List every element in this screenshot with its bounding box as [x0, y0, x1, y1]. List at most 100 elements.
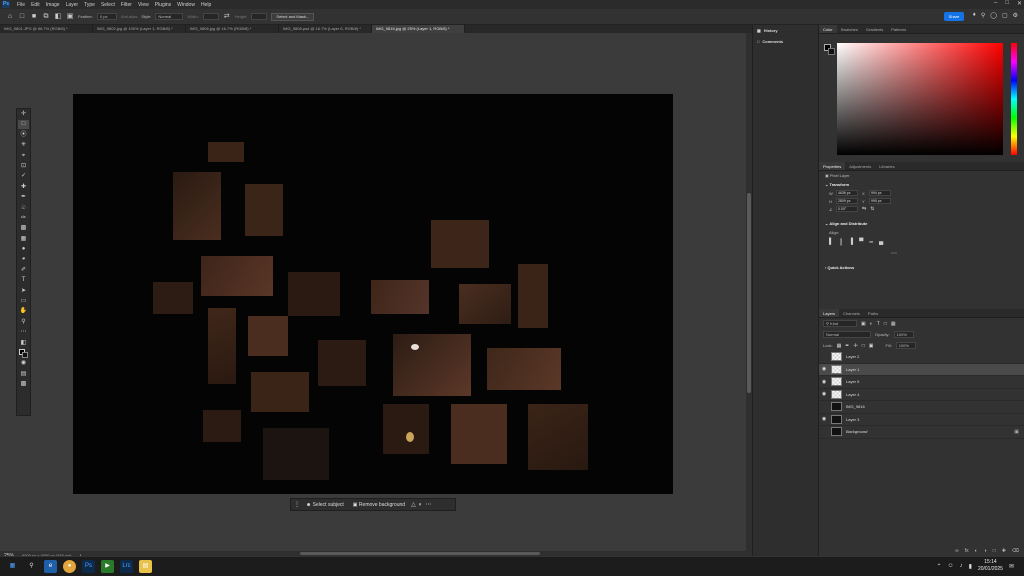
- quick-mask-icon[interactable]: ◉: [18, 359, 29, 368]
- layer-row[interactable]: ◉ Layer 3: [819, 414, 1024, 426]
- select-subject-button[interactable]: ☻ Select subject: [303, 502, 347, 508]
- doc-tab-img-9806[interactable]: IMG_9806.jpg @ 16.7% (RGB/8) *: [186, 25, 279, 33]
- history-panel-button[interactable]: ▦ History: [753, 25, 818, 36]
- search-icon[interactable]: ⚲: [25, 560, 38, 573]
- subtract-selection-icon[interactable]: ◧: [54, 13, 62, 21]
- screen-mode-icon[interactable]: ▤: [18, 370, 29, 379]
- tab-paths[interactable]: Paths: [864, 309, 882, 317]
- filter-shape-icon[interactable]: □: [884, 321, 887, 327]
- style-select[interactable]: Normal: [155, 13, 184, 20]
- layer-name[interactable]: Background: [846, 429, 867, 434]
- artboard-icon[interactable]: ▩: [18, 380, 29, 389]
- edge-icon[interactable]: e: [44, 560, 57, 573]
- width-field[interactable]: 4636 px: [836, 190, 858, 196]
- share-button[interactable]: Share: [944, 12, 964, 21]
- lock-all-icon[interactable]: ▣: [869, 343, 874, 349]
- workspace-icon[interactable]: ▢: [1002, 12, 1008, 19]
- tab-patterns[interactable]: Patterns: [887, 25, 910, 33]
- tab-channels[interactable]: Channels: [839, 309, 864, 317]
- quick-actions-title[interactable]: › Quick Actions: [819, 263, 1024, 272]
- select-and-mask-button[interactable]: Select and Mask...: [271, 12, 315, 21]
- menu-filter[interactable]: Filter: [118, 2, 135, 8]
- hue-slider[interactable]: [1011, 43, 1017, 155]
- menu-type[interactable]: Type: [81, 2, 98, 8]
- blur-icon[interactable]: ●: [18, 245, 29, 254]
- trash-icon[interactable]: ⌫: [1012, 548, 1019, 556]
- layer-name[interactable]: Layer 5: [846, 379, 859, 384]
- drag-handle-icon[interactable]: ⋮: [294, 501, 300, 508]
- rectangular-marquee-icon[interactable]: □: [18, 120, 29, 130]
- frame-icon[interactable]: ⊡: [18, 162, 29, 171]
- brush-icon[interactable]: ✒: [18, 193, 29, 202]
- layer-name[interactable]: Layer 2: [846, 354, 859, 359]
- move-tool-icon[interactable]: ✛: [18, 110, 29, 119]
- layer-name[interactable]: IMG_9816: [846, 404, 865, 409]
- y-field[interactable]: 995 px: [869, 198, 891, 204]
- more-icon[interactable]: ⋯: [425, 501, 431, 508]
- flip-horizontal-icon[interactable]: ⇆: [862, 206, 866, 212]
- tab-libraries[interactable]: Libraries: [875, 162, 898, 170]
- maximize-icon[interactable]: □: [1005, 0, 1009, 7]
- lasso-icon[interactable]: ⦿: [18, 131, 29, 140]
- quick-selection-icon[interactable]: ✳: [18, 141, 29, 150]
- new-selection-icon[interactable]: ■: [30, 13, 38, 21]
- menu-file[interactable]: File: [14, 2, 28, 8]
- group-icon[interactable]: □: [993, 548, 996, 556]
- layer-row[interactable]: ◉ Layer 5: [819, 376, 1024, 389]
- bell-icon[interactable]: ♦: [973, 12, 976, 19]
- layer-name[interactable]: Layer 1: [846, 367, 859, 372]
- layer-filter-kind[interactable]: ⚲ Kind: [823, 320, 857, 327]
- align-center-h-icon[interactable]: ┃: [839, 239, 843, 246]
- hand-icon[interactable]: ✋: [18, 307, 29, 316]
- lock-image-icon[interactable]: ✒: [845, 343, 849, 349]
- dodge-icon[interactable]: ◕: [18, 255, 29, 264]
- green-app-icon[interactable]: ▶: [101, 560, 114, 573]
- menu-help[interactable]: Help: [198, 2, 214, 8]
- tab-adjustments[interactable]: Adjustments: [845, 162, 875, 170]
- opacity-input[interactable]: 100%: [893, 331, 914, 338]
- menu-edit[interactable]: Edit: [28, 2, 43, 8]
- new-layer-icon[interactable]: ✚: [1002, 548, 1006, 556]
- fill-input[interactable]: 100%: [895, 342, 916, 349]
- flip-vertical-icon[interactable]: ⇅: [870, 206, 874, 212]
- settings-icon[interactable]: ⚙: [1013, 12, 1018, 19]
- menu-plugins[interactable]: Plugins: [152, 2, 174, 8]
- transform-icon[interactable]: △: [411, 501, 416, 508]
- doc-tab-img-9808[interactable]: IMG_9808.psd @ 16.7% (Layer 6, RGB/8) *: [279, 25, 372, 33]
- menu-image[interactable]: Image: [43, 2, 63, 8]
- help-icon[interactable]: ◯: [990, 12, 997, 19]
- menu-view[interactable]: View: [135, 2, 152, 8]
- menu-layer[interactable]: Layer: [63, 2, 82, 8]
- more-tools-icon[interactable]: ⋯: [18, 328, 29, 337]
- antialias-checkbox[interactable]: Anti-alias: [121, 14, 137, 19]
- filter-smart-icon[interactable]: ▦: [891, 321, 896, 327]
- doc-tab-img-9801[interactable]: IMG_9801.JPG @ 66.7% (RGB/8) *: [0, 25, 93, 33]
- document-image[interactable]: [73, 94, 673, 494]
- minimize-icon[interactable]: –: [994, 0, 997, 7]
- notification-icon[interactable]: ✉: [1009, 563, 1014, 570]
- align-section-title[interactable]: ⌄ Align and Distribute: [819, 219, 1024, 228]
- chevron-up-icon[interactable]: ⌃: [936, 563, 941, 570]
- healing-brush-icon[interactable]: ✚: [18, 183, 29, 192]
- filter-pixel-icon[interactable]: ▣: [861, 321, 866, 327]
- tab-color[interactable]: Color: [819, 25, 837, 33]
- eyedropper-icon[interactable]: ✓: [18, 172, 29, 181]
- eye-icon[interactable]: ◉: [819, 379, 829, 385]
- more-align-icon[interactable]: ⋯: [819, 248, 1024, 259]
- filter-adjustment-icon[interactable]: ◐: [870, 321, 873, 327]
- height-field[interactable]: 2809 px: [836, 198, 858, 204]
- rectangle-shape-icon[interactable]: ▭: [18, 297, 29, 306]
- fg-bg-color-swatch[interactable]: [824, 44, 835, 55]
- close-icon[interactable]: ✕: [1017, 0, 1022, 7]
- link-icon[interactable]: ∞: [955, 548, 959, 556]
- lock-pixels-icon[interactable]: ▦: [837, 343, 842, 349]
- layer-row[interactable]: Background ▣: [819, 426, 1024, 439]
- width-input[interactable]: [202, 13, 219, 20]
- mask-icon[interactable]: ◐: [975, 548, 978, 556]
- align-bottom-icon[interactable]: ▄: [879, 239, 883, 246]
- tab-swatches[interactable]: Swatches: [837, 25, 862, 33]
- tab-layers[interactable]: Layers: [819, 309, 840, 317]
- file-explorer-icon[interactable]: ▤: [139, 560, 152, 573]
- lightroom-classic-icon[interactable]: Lrc: [120, 560, 133, 573]
- gradient-icon[interactable]: ▦: [18, 235, 29, 244]
